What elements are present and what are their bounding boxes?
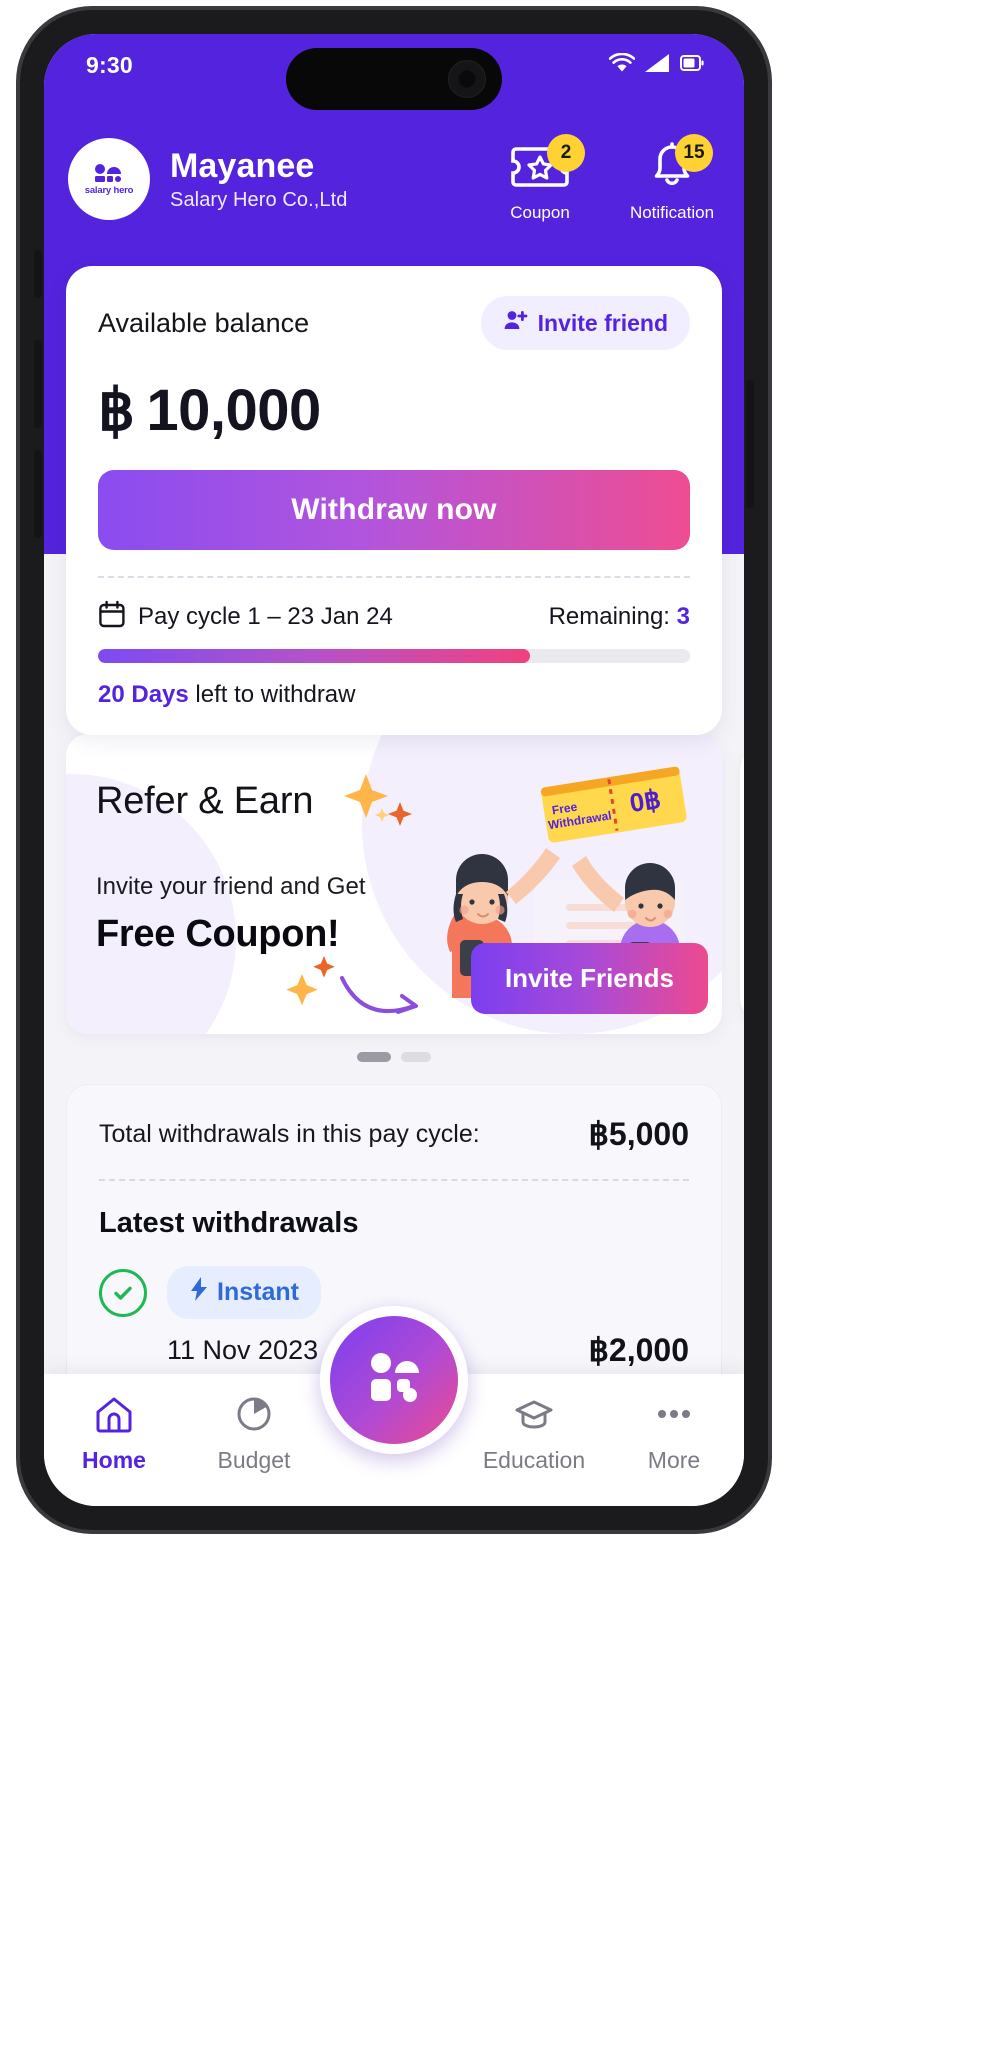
notification-button[interactable]: 15 Notification (624, 134, 720, 223)
nav-label-education: Education (482, 1447, 586, 1473)
withdrawals-divider (99, 1179, 689, 1181)
balance-card: Available balance Invite friend ฿ 10,000… (66, 266, 722, 735)
user-brand-block: salary hero Mayanee Salary Hero Co.,Ltd (68, 138, 492, 220)
nav-label-more: More (647, 1447, 701, 1473)
carousel-dot-1[interactable] (357, 1052, 391, 1062)
silent-switch[interactable] (34, 250, 42, 298)
graduation-cap-icon (513, 1394, 555, 1439)
company-name: Salary Hero Co.,Ltd (170, 188, 348, 211)
avatar[interactable]: salary hero (68, 138, 150, 220)
notification-label: Notification (629, 203, 715, 222)
balance-amount: ฿ 10,000 (98, 376, 690, 444)
home-icon (93, 1394, 135, 1439)
pie-chart-icon (233, 1394, 275, 1439)
coupon-icon-wrap: 2 (509, 134, 585, 196)
nav-label-budget: Budget (217, 1447, 291, 1473)
total-withdrawals-label: Total withdrawals in this pay cycle: (99, 1119, 480, 1148)
pay-cycle-text: Pay cycle 1 – 23 Jan 24 (138, 602, 393, 630)
days-left-text: 20 Days left to withdraw (98, 681, 690, 709)
user-text-block: Mayanee Salary Hero Co.,Ltd (170, 146, 348, 212)
balance-top-row: Available balance Invite friend (98, 296, 690, 350)
notification-badge: 15 (675, 134, 713, 172)
withdrawal-amount: ฿2,000 (588, 1332, 689, 1368)
remaining-count: 3 (676, 602, 690, 630)
coupon-art-value: 0฿ (628, 784, 663, 818)
more-dots-icon (653, 1394, 695, 1439)
remaining-text: Remaining: 3 (549, 603, 690, 631)
phone-frame: 9:30 salary hero Mayanee Salary Hero Co.… (20, 10, 768, 1530)
nav-item-education[interactable]: Education (464, 1394, 604, 1474)
days-left-rest: left to withdraw (188, 681, 356, 708)
invite-friend-label: Invite friend (537, 309, 668, 336)
coupon-badge: 2 (547, 134, 585, 172)
invite-friends-button[interactable]: Invite Friends (470, 943, 708, 1014)
calendar-icon (98, 600, 126, 633)
person-add-icon (503, 308, 528, 338)
status-badge: Instant (167, 1266, 321, 1319)
header-actions: 2 Coupon 15 Notification (492, 134, 720, 223)
nav-item-home[interactable]: Home (44, 1394, 184, 1474)
salary-hero-logo-icon (95, 163, 121, 182)
pay-cycle-row: Pay cycle 1 – 23 Jan 24 Remaining: 3 (98, 600, 690, 633)
available-balance-label: Available balance (98, 307, 310, 338)
refer-earn-banner[interactable]: Refer & Earn Invite your friend and Get … (66, 734, 722, 1034)
total-withdrawals-value: ฿5,000 (588, 1116, 689, 1152)
days-left-count: 20 Days (98, 681, 189, 708)
status-time: 9:30 (86, 51, 133, 78)
user-name: Mayanee (170, 147, 315, 186)
withdrawal-date: 11 Nov 2023 (167, 1334, 319, 1365)
currency-symbol: ฿ (98, 378, 135, 443)
wifi-icon (608, 52, 636, 78)
remaining-label: Remaining: (548, 602, 670, 630)
coupon-button[interactable]: 2 Coupon (492, 134, 588, 223)
salary-hero-logo-icon (371, 1353, 419, 1402)
carousel-dot-2[interactable] (401, 1052, 431, 1062)
pay-cycle-left: Pay cycle 1 – 23 Jan 24 (98, 600, 393, 633)
coupon-label: Coupon (510, 203, 570, 222)
status-indicators (608, 52, 704, 78)
volume-down-button[interactable] (34, 450, 42, 538)
check-circle-icon (99, 1268, 147, 1317)
instant-label: Instant (217, 1278, 299, 1306)
quick-action-fab[interactable] (320, 1306, 468, 1454)
notification-icon-wrap: 15 (645, 134, 713, 196)
withdraw-now-button[interactable]: Withdraw now (98, 470, 690, 550)
promo-carousel: Refer & Earn Invite your friend and Get … (44, 734, 744, 1062)
app-screen: 9:30 salary hero Mayanee Salary Hero Co.… (44, 34, 744, 1506)
dynamic-island (286, 48, 502, 110)
lightning-bolt-icon (189, 1276, 209, 1309)
nav-item-budget[interactable]: Budget (184, 1394, 324, 1474)
invite-friend-button[interactable]: Invite friend (480, 296, 690, 350)
cellular-signal-icon (644, 53, 671, 78)
nav-label-home: Home (82, 1447, 146, 1473)
volume-up-button[interactable] (34, 340, 42, 428)
carousel-dots (44, 1052, 744, 1062)
app-header: salary hero Mayanee Salary Hero Co.,Ltd (44, 114, 744, 254)
avatar-logo-text: salary hero (84, 184, 134, 196)
power-button[interactable] (746, 380, 754, 508)
total-withdrawals-row: Total withdrawals in this pay cycle: ฿5,… (99, 1115, 689, 1153)
latest-withdrawals-title: Latest withdrawals (99, 1207, 359, 1239)
battery-icon (680, 53, 704, 78)
front-camera-icon (448, 60, 486, 98)
pay-cycle-progress-track (98, 649, 690, 663)
nav-item-more[interactable]: More (604, 1394, 744, 1474)
balance-value: 10,000 (146, 378, 321, 443)
promo-card-next[interactable] (740, 748, 744, 1020)
pay-cycle-progress-fill (98, 649, 531, 663)
card-divider (98, 576, 690, 578)
phone-bezel: 9:30 salary hero Mayanee Salary Hero Co.… (44, 34, 744, 1506)
